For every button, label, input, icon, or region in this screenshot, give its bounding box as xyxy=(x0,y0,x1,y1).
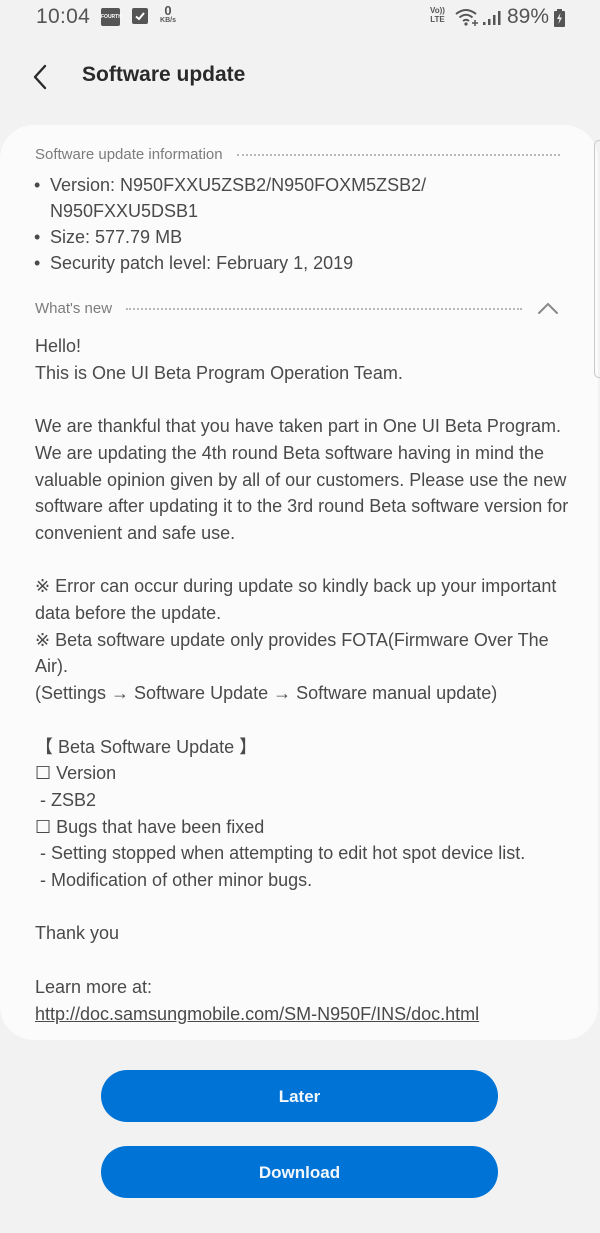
later-button[interactable]: Later xyxy=(101,1070,498,1122)
volte-label-top: Vo)) xyxy=(430,6,445,15)
collapse-toggle[interactable] xyxy=(536,298,560,318)
chevron-up-icon xyxy=(538,302,558,314)
fourth-app-icon: FOURTH xyxy=(101,8,122,26)
volte-label-bottom: LTE xyxy=(430,15,445,24)
status-bar: 10:04 FOURTH 0 KB/s Vo)) LTE 89% xyxy=(0,0,600,36)
page-title: Software update xyxy=(82,63,246,86)
whats-new-line: ※ Error can occur during update so kindl… xyxy=(35,576,562,623)
whats-new-body: Hello! This is One UI Beta Program Opera… xyxy=(35,333,575,1027)
bullet: • xyxy=(34,253,41,273)
learn-more-link[interactable]: http://doc.samsungmobile.com/SM-N950F/IN… xyxy=(35,1004,479,1024)
security-patch-text: Security patch level: February 1, 2019 xyxy=(50,253,354,273)
update-info-list: • Version: N950FXXU5ZSB2/N950FOXM5ZSB2/ … xyxy=(34,172,490,276)
back-button[interactable] xyxy=(26,62,56,92)
whats-new-line: Thank you xyxy=(35,923,120,944)
wifi-icon xyxy=(455,8,481,31)
version-text: Version: N950FXXU5ZSB2/N950FOXM5ZSB2/ N9… xyxy=(50,175,427,221)
whats-new-line: This is One UI Beta Program Operation Te… xyxy=(35,362,403,383)
download-button[interactable]: Download xyxy=(101,1146,498,1198)
network-speed-unit: KB/s xyxy=(160,17,176,24)
app-header: Software update xyxy=(0,50,600,104)
whats-new-line: 【 Beta Software Update 】 xyxy=(35,736,258,757)
whats-new-line: Hello! xyxy=(35,336,82,356)
scrollbar[interactable] xyxy=(594,140,600,378)
bullet: • xyxy=(34,175,41,195)
whats-new-line: (Settings → Software Update → Software m… xyxy=(35,683,498,704)
info-section-label: Software update information xyxy=(35,145,223,163)
whats-new-line: ☐ Bugs that have been fixed xyxy=(35,816,265,837)
signal-icon xyxy=(483,10,501,31)
whats-new-header[interactable]: What's new xyxy=(35,298,560,318)
dotted-divider xyxy=(236,154,560,156)
whats-new-line: - Setting stopped when attempting to edi… xyxy=(35,843,526,864)
checkbox-notification-icon xyxy=(132,8,148,24)
size-text: Size: 577.79 MB xyxy=(50,227,183,247)
whats-new-line: ☐ Version xyxy=(35,763,117,784)
whats-new-line: ※ Beta software update only provides FOT… xyxy=(35,629,553,677)
battery-charging-icon xyxy=(554,9,565,32)
whats-new-label: What's new xyxy=(35,299,113,317)
whats-new-paragraph: We are thankful that you have taken part… xyxy=(35,416,574,543)
battery-percent: 89% xyxy=(507,5,550,28)
whats-new-line: Learn more at: xyxy=(35,976,153,997)
dotted-divider xyxy=(126,308,522,310)
clock: 10:04 xyxy=(36,5,91,28)
info-item-size: • Size: 577.79 MB xyxy=(34,224,490,250)
info-section-header: Software update information xyxy=(35,144,560,164)
info-item-security-patch: • Security patch level: February 1, 2019 xyxy=(34,250,490,276)
whats-new-line: - ZSB2 xyxy=(35,789,97,810)
volte-icon: Vo)) LTE xyxy=(430,6,445,24)
whats-new-line: - Modification of other minor bugs. xyxy=(35,870,313,891)
chevron-left-icon xyxy=(33,64,47,90)
network-speed: 0 KB/s xyxy=(156,4,180,25)
info-item-version: • Version: N950FXXU5ZSB2/N950FOXM5ZSB2/ … xyxy=(34,172,490,224)
network-speed-value: 0 xyxy=(164,3,172,18)
bullet: • xyxy=(34,227,41,247)
